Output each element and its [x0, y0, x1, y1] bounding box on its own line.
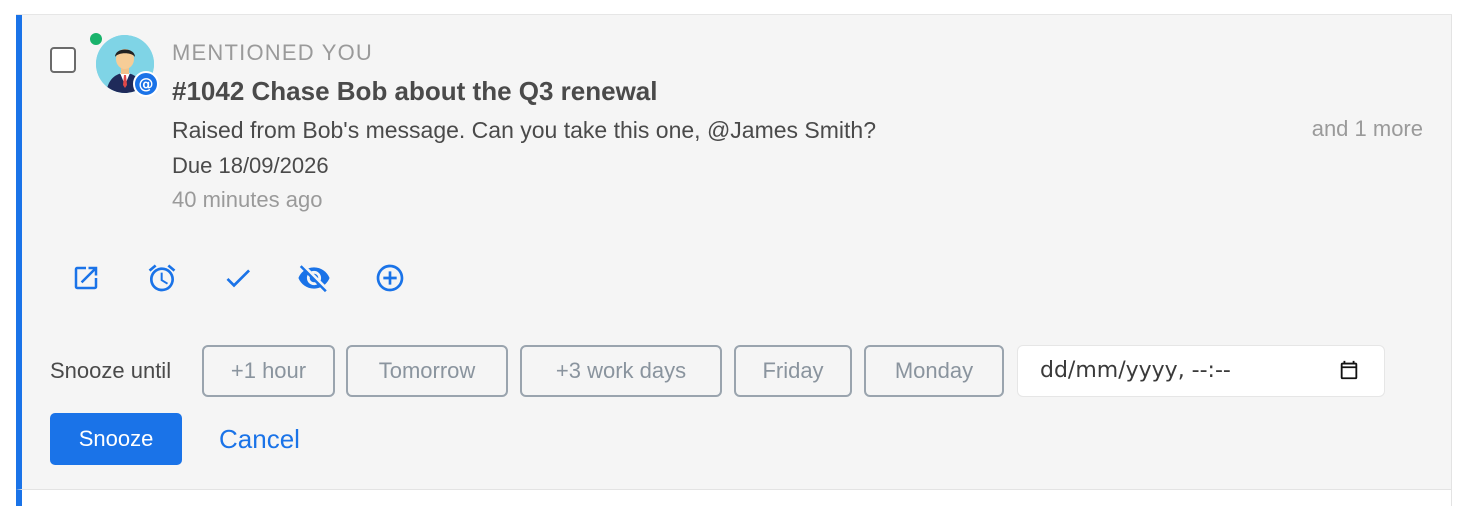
- checkmark-icon: [226, 269, 250, 288]
- plus-circle-icon: [376, 264, 404, 292]
- add-button[interactable]: [370, 258, 410, 298]
- timestamp: 40 minutes ago: [172, 187, 323, 212]
- next-item-edge: [16, 489, 1452, 506]
- snooze-until-label: Snooze until: [50, 358, 172, 383]
- calendar-icon[interactable]: [1338, 359, 1360, 381]
- snooze-datetime-input[interactable]: dd/mm/yyyy, --:--: [1017, 345, 1385, 397]
- mark-done-button[interactable]: [218, 258, 258, 298]
- due-date: Due 18/09/2026: [172, 153, 329, 178]
- snooze-option-3-work-days[interactable]: +3 work days: [520, 345, 722, 397]
- avatar-container: @: [90, 33, 159, 97]
- notification-item[interactable]: @ MENTIONED YOU #1042 Chase Bob about th…: [16, 15, 1452, 489]
- notification-category: MENTIONED YOU: [172, 40, 373, 65]
- open-button[interactable]: [66, 258, 106, 298]
- notification-content: MENTIONED YOU #1042 Chase Bob about the …: [172, 39, 876, 215]
- presence-indicator: [90, 33, 102, 45]
- notification-description: Raised from Bob's message. Can you take …: [172, 117, 877, 143]
- snooze-option-friday[interactable]: Friday: [734, 345, 852, 397]
- cancel-button[interactable]: Cancel: [219, 413, 300, 465]
- notification-title[interactable]: #1042 Chase Bob about the Q3 renewal: [172, 75, 876, 107]
- snooze-button[interactable]: Snooze: [50, 413, 182, 465]
- previous-item-edge: [16, 0, 1452, 15]
- notification-panel: @ MENTIONED YOU #1042 Chase Bob about th…: [0, 0, 1468, 506]
- select-checkbox[interactable]: [50, 47, 76, 73]
- snooze-option-tomorrow[interactable]: Tomorrow: [346, 345, 508, 397]
- datetime-placeholder: dd/mm/yyyy, --:--: [1040, 358, 1231, 383]
- snooze-option-monday[interactable]: Monday: [864, 345, 1004, 397]
- mention-badge-icon: @: [133, 71, 159, 97]
- snooze-action-button[interactable]: [142, 258, 182, 298]
- hide-button[interactable]: [294, 258, 334, 298]
- open-external-icon: [74, 266, 98, 290]
- snooze-option-1-hour[interactable]: +1 hour: [202, 345, 335, 397]
- more-count[interactable]: and 1 more: [1312, 114, 1423, 144]
- alarm-clock-icon: [148, 264, 176, 292]
- snooze-options-row: Snooze until +1 hour Tomorrow +3 work da…: [50, 345, 1430, 397]
- eye-off-icon: [298, 265, 330, 293]
